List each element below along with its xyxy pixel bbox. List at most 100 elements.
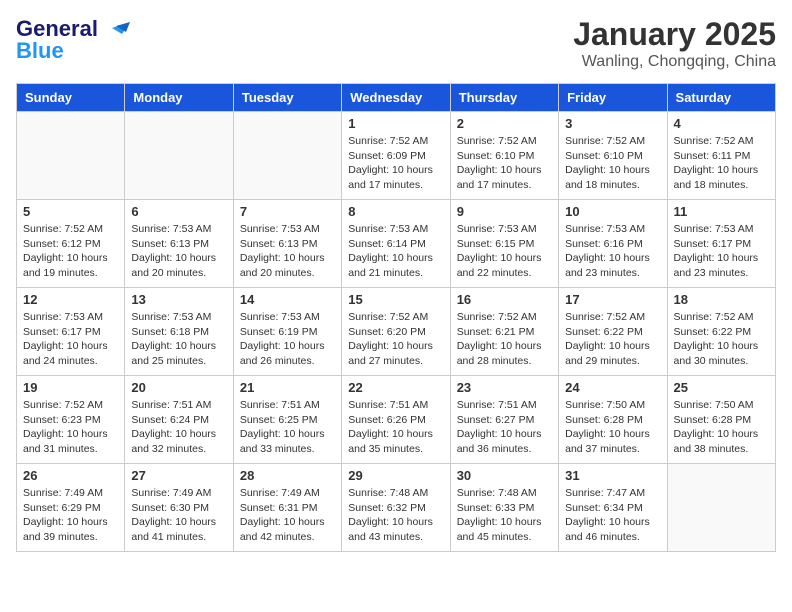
day-number: 2	[457, 116, 552, 131]
calendar-cell: 18 Sunrise: 7:52 AM Sunset: 6:22 PM Dayli…	[667, 288, 775, 376]
calendar-cell: 24 Sunrise: 7:50 AM Sunset: 6:28 PM Dayli…	[559, 376, 667, 464]
calendar-header-friday: Friday	[559, 84, 667, 112]
day-info: Sunrise: 7:53 AM Sunset: 6:13 PM Dayligh…	[131, 222, 226, 281]
calendar-cell	[125, 112, 233, 200]
day-number: 14	[240, 292, 335, 307]
day-number: 4	[674, 116, 769, 131]
day-number: 23	[457, 380, 552, 395]
day-number: 25	[674, 380, 769, 395]
day-info: Sunrise: 7:53 AM Sunset: 6:14 PM Dayligh…	[348, 222, 443, 281]
calendar-cell: 7 Sunrise: 7:53 AM Sunset: 6:13 PM Daylig…	[233, 200, 341, 288]
calendar-cell: 22 Sunrise: 7:51 AM Sunset: 6:26 PM Dayli…	[342, 376, 450, 464]
day-number: 30	[457, 468, 552, 483]
day-info: Sunrise: 7:49 AM Sunset: 6:30 PM Dayligh…	[131, 486, 226, 545]
day-info: Sunrise: 7:48 AM Sunset: 6:32 PM Dayligh…	[348, 486, 443, 545]
calendar-cell: 31 Sunrise: 7:47 AM Sunset: 6:34 PM Dayli…	[559, 464, 667, 552]
day-info: Sunrise: 7:50 AM Sunset: 6:28 PM Dayligh…	[674, 398, 769, 457]
calendar-cell: 30Sunrise: 7:48 AM Sunset: 6:33 PM Dayli…	[450, 464, 558, 552]
day-number: 26	[23, 468, 118, 483]
day-number: 17	[565, 292, 660, 307]
week-row-3: 12 Sunrise: 7:53 AM Sunset: 6:17 PM Dayli…	[17, 288, 776, 376]
day-info: Sunrise: 7:52 AM Sunset: 6:20 PM Dayligh…	[348, 310, 443, 369]
calendar-cell: 17 Sunrise: 7:52 AM Sunset: 6:22 PM Dayli…	[559, 288, 667, 376]
calendar-header-monday: Monday	[125, 84, 233, 112]
calendar-cell: 1 Sunrise: 7:52 AM Sunset: 6:09 PM Daylig…	[342, 112, 450, 200]
day-info: Sunrise: 7:53 AM Sunset: 6:18 PM Dayligh…	[131, 310, 226, 369]
day-info: Sunrise: 7:52 AM Sunset: 6:10 PM Dayligh…	[565, 134, 660, 193]
day-info: Sunrise: 7:52 AM Sunset: 6:12 PM Dayligh…	[23, 222, 118, 281]
day-info: Sunrise: 7:49 AM Sunset: 6:29 PM Dayligh…	[23, 486, 118, 545]
calendar-cell: 4Sunrise: 7:52 AM Sunset: 6:11 PM Daylig…	[667, 112, 775, 200]
calendar-header-saturday: Saturday	[667, 84, 775, 112]
day-number: 29	[348, 468, 443, 483]
day-info: Sunrise: 7:53 AM Sunset: 6:15 PM Dayligh…	[457, 222, 552, 281]
calendar-cell: 23Sunrise: 7:51 AM Sunset: 6:27 PM Dayli…	[450, 376, 558, 464]
calendar-cell: 6 Sunrise: 7:53 AM Sunset: 6:13 PM Daylig…	[125, 200, 233, 288]
day-number: 6	[131, 204, 226, 219]
day-info: Sunrise: 7:53 AM Sunset: 6:17 PM Dayligh…	[23, 310, 118, 369]
day-number: 12	[23, 292, 118, 307]
month-title: January 2025	[573, 16, 776, 53]
calendar-header-wednesday: Wednesday	[342, 84, 450, 112]
day-info: Sunrise: 7:47 AM Sunset: 6:34 PM Dayligh…	[565, 486, 660, 545]
calendar-cell: 2 Sunrise: 7:52 AM Sunset: 6:10 PM Daylig…	[450, 112, 558, 200]
logo-bird-icon	[102, 18, 130, 40]
calendar-cell: 29 Sunrise: 7:48 AM Sunset: 6:32 PM Dayli…	[342, 464, 450, 552]
week-row-2: 5 Sunrise: 7:52 AM Sunset: 6:12 PM Daylig…	[17, 200, 776, 288]
day-info: Sunrise: 7:53 AM Sunset: 6:16 PM Dayligh…	[565, 222, 660, 281]
page-header: General Blue January 2025 Wanling, Chong…	[16, 16, 776, 71]
calendar-cell: 10 Sunrise: 7:53 AM Sunset: 6:16 PM Dayli…	[559, 200, 667, 288]
day-number: 9	[457, 204, 552, 219]
title-section: January 2025 Wanling, Chongqing, China	[573, 16, 776, 71]
day-number: 21	[240, 380, 335, 395]
day-number: 13	[131, 292, 226, 307]
calendar-cell: 9 Sunrise: 7:53 AM Sunset: 6:15 PM Daylig…	[450, 200, 558, 288]
calendar-header-tuesday: Tuesday	[233, 84, 341, 112]
calendar-cell: 25 Sunrise: 7:50 AM Sunset: 6:28 PM Dayli…	[667, 376, 775, 464]
week-row-1: 1 Sunrise: 7:52 AM Sunset: 6:09 PM Daylig…	[17, 112, 776, 200]
day-number: 24	[565, 380, 660, 395]
day-info: Sunrise: 7:51 AM Sunset: 6:26 PM Dayligh…	[348, 398, 443, 457]
logo-text-general: General	[16, 16, 98, 41]
day-info: Sunrise: 7:53 AM Sunset: 6:13 PM Dayligh…	[240, 222, 335, 281]
day-info: Sunrise: 7:51 AM Sunset: 6:24 PM Dayligh…	[131, 398, 226, 457]
day-number: 28	[240, 468, 335, 483]
day-info: Sunrise: 7:50 AM Sunset: 6:28 PM Dayligh…	[565, 398, 660, 457]
day-number: 7	[240, 204, 335, 219]
day-number: 1	[348, 116, 443, 131]
calendar-cell	[233, 112, 341, 200]
location-title: Wanling, Chongqing, China	[573, 53, 776, 71]
calendar-cell: 11Sunrise: 7:53 AM Sunset: 6:17 PM Dayli…	[667, 200, 775, 288]
day-info: Sunrise: 7:52 AM Sunset: 6:10 PM Dayligh…	[457, 134, 552, 193]
day-number: 16	[457, 292, 552, 307]
week-row-4: 19Sunrise: 7:52 AM Sunset: 6:23 PM Dayli…	[17, 376, 776, 464]
day-number: 11	[674, 204, 769, 219]
calendar-cell: 3Sunrise: 7:52 AM Sunset: 6:10 PM Daylig…	[559, 112, 667, 200]
day-number: 31	[565, 468, 660, 483]
day-number: 18	[674, 292, 769, 307]
day-info: Sunrise: 7:52 AM Sunset: 6:21 PM Dayligh…	[457, 310, 552, 369]
calendar-cell: 21Sunrise: 7:51 AM Sunset: 6:25 PM Dayli…	[233, 376, 341, 464]
calendar-cell: 15Sunrise: 7:52 AM Sunset: 6:20 PM Dayli…	[342, 288, 450, 376]
calendar-cell: 27 Sunrise: 7:49 AM Sunset: 6:30 PM Dayli…	[125, 464, 233, 552]
day-info: Sunrise: 7:52 AM Sunset: 6:23 PM Dayligh…	[23, 398, 118, 457]
day-info: Sunrise: 7:52 AM Sunset: 6:22 PM Dayligh…	[674, 310, 769, 369]
calendar-header-sunday: Sunday	[17, 84, 125, 112]
logo: General Blue	[16, 16, 130, 64]
day-number: 10	[565, 204, 660, 219]
day-info: Sunrise: 7:52 AM Sunset: 6:22 PM Dayligh…	[565, 310, 660, 369]
calendar-cell: 12 Sunrise: 7:53 AM Sunset: 6:17 PM Dayli…	[17, 288, 125, 376]
calendar-cell: 14Sunrise: 7:53 AM Sunset: 6:19 PM Dayli…	[233, 288, 341, 376]
calendar-cell: 20Sunrise: 7:51 AM Sunset: 6:24 PM Dayli…	[125, 376, 233, 464]
day-number: 5	[23, 204, 118, 219]
day-info: Sunrise: 7:52 AM Sunset: 6:09 PM Dayligh…	[348, 134, 443, 193]
calendar-cell: 19Sunrise: 7:52 AM Sunset: 6:23 PM Dayli…	[17, 376, 125, 464]
day-number: 22	[348, 380, 443, 395]
calendar-cell: 13 Sunrise: 7:53 AM Sunset: 6:18 PM Dayli…	[125, 288, 233, 376]
day-info: Sunrise: 7:49 AM Sunset: 6:31 PM Dayligh…	[240, 486, 335, 545]
calendar-cell	[17, 112, 125, 200]
calendar-cell: 8 Sunrise: 7:53 AM Sunset: 6:14 PM Daylig…	[342, 200, 450, 288]
calendar-table: SundayMondayTuesdayWednesdayThursdayFrid…	[16, 83, 776, 552]
day-number: 27	[131, 468, 226, 483]
day-number: 8	[348, 204, 443, 219]
